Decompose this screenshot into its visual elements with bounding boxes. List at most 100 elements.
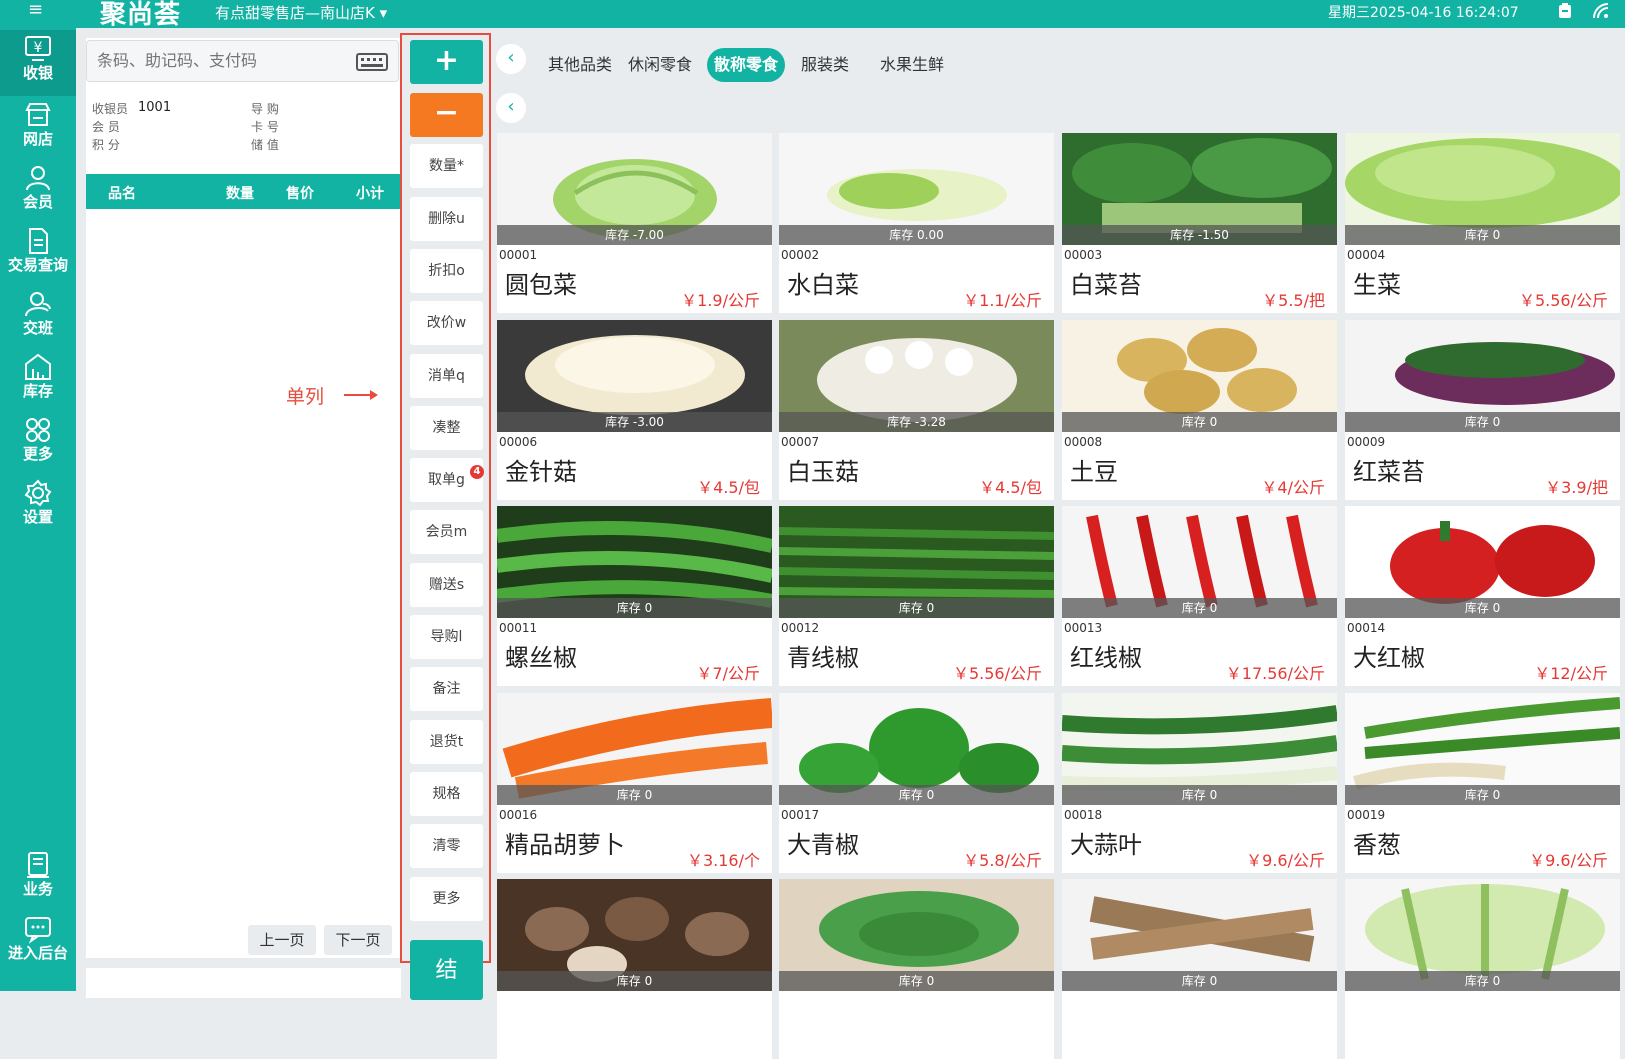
product-card[interactable]: 库存 -3.00 00006 金针菇 ￥4.5/包 xyxy=(497,320,772,500)
cancel-order-button[interactable]: 消单q xyxy=(410,354,483,398)
product-code: 00002 xyxy=(781,248,820,262)
sidebar-item-inventory[interactable]: 库存 xyxy=(0,348,76,414)
round-off-button[interactable]: 凑整 xyxy=(410,406,483,450)
prev-page-button[interactable]: 上一页 xyxy=(248,925,316,955)
total-panel xyxy=(86,968,401,998)
sidebar-item-settings[interactable]: 设置 xyxy=(0,474,76,540)
member-button[interactable]: 会员m xyxy=(410,510,483,554)
product-card[interactable]: 库存 0 00013 红线椒 ￥17.56/公斤 xyxy=(1062,506,1337,686)
product-card[interactable]: 库存 0 00017 大青椒 ￥5.8/公斤 xyxy=(779,693,1054,873)
product-name: 金针菇 xyxy=(505,458,577,486)
document-icon xyxy=(29,228,48,254)
sidebar-item-shift[interactable]: 交班 xyxy=(0,285,76,351)
clear-zero-button[interactable]: 清零 xyxy=(410,824,483,868)
product-name: 白玉菇 xyxy=(787,458,859,486)
product-name: 水白菜 xyxy=(787,271,859,299)
product-price: ￥5.56/公斤 xyxy=(952,664,1042,683)
product-name: 螺丝椒 xyxy=(505,644,577,672)
column-header-subtotal: 小计 xyxy=(356,186,384,202)
product-stock: 库存 0 xyxy=(1345,971,1620,991)
product-name: 圆包菜 xyxy=(505,271,577,299)
order-table-header: 品名 数量 售价 小计 xyxy=(86,174,401,209)
product-stock: 库存 -7.00 xyxy=(497,225,772,245)
retrieve-order-button[interactable]: 取单g xyxy=(410,458,483,502)
gift-button[interactable]: 赠送s xyxy=(410,563,483,607)
product-price: ￥7/公斤 xyxy=(696,664,760,683)
next-page-button[interactable]: 下一页 xyxy=(324,925,392,955)
product-card[interactable]: 库存 0.00 00002 水白菜 ￥1.1/公斤 xyxy=(779,133,1054,313)
discount-button[interactable]: 折扣o xyxy=(410,249,483,293)
quantity-button[interactable]: 数量* xyxy=(410,144,483,188)
sidebar-item-more[interactable]: 更多 xyxy=(0,411,76,477)
product-price: ￥3.9/把 xyxy=(1545,478,1608,497)
product-card[interactable]: 库存 0 00004 生菜 ￥5.56/公斤 xyxy=(1345,133,1620,313)
product-card[interactable]: 库存 -3.28 00007 白玉菇 ￥4.5/包 xyxy=(779,320,1054,500)
product-stock: 库存 0 xyxy=(779,785,1054,805)
more-button[interactable]: 更多 xyxy=(410,877,483,921)
product-card[interactable]: 库存 0 00011 螺丝椒 ￥7/公斤 xyxy=(497,506,772,686)
chevron-left-icon: ‹ xyxy=(507,47,515,68)
product-stock: 库存 0 xyxy=(1345,785,1620,805)
product-code: 00012 xyxy=(781,621,820,635)
product-price: ￥5.56/公斤 xyxy=(1518,291,1608,310)
subcategory-prev-button[interactable]: ‹ xyxy=(496,93,526,123)
sidebar-item-backend[interactable]: 进入后台 xyxy=(0,910,76,985)
product-card[interactable]: 库存 0 xyxy=(1062,879,1337,1059)
product-card[interactable]: 库存 0 xyxy=(497,879,772,1059)
product-card[interactable]: 库存 0 xyxy=(1345,879,1620,1059)
sidebar-item-business[interactable]: 业务 xyxy=(0,846,76,912)
sidebar-item-label: 更多 xyxy=(22,445,53,463)
product-price: ￥5.8/公斤 xyxy=(963,851,1042,870)
product-card[interactable]: 库存 -1.50 00003 白菜苔 ￥5.5/把 xyxy=(1062,133,1337,313)
sidebar-item-member[interactable]: 会员 xyxy=(0,159,76,225)
product-stock: 库存 -3.00 xyxy=(497,412,772,432)
product-card[interactable]: 库存 0 00012 青线椒 ￥5.56/公斤 xyxy=(779,506,1054,686)
checkout-button[interactable]: 结 xyxy=(410,940,483,1000)
category-tab-clothing[interactable]: 服装类 xyxy=(794,48,856,82)
product-name: 大蒜叶 xyxy=(1070,831,1142,859)
product-card[interactable]: 库存 0 00008 土豆 ￥4/公斤 xyxy=(1062,320,1337,500)
store-selector[interactable]: 有点甜零售店—南山店K ▾ xyxy=(215,2,387,23)
hamburger-menu-icon[interactable]: ≡ xyxy=(28,0,43,20)
shopping-guide-button[interactable]: 导购l xyxy=(410,615,483,659)
product-stock: 库存 0 xyxy=(1062,971,1337,991)
product-code: 00003 xyxy=(1064,248,1103,262)
product-card[interactable]: 库存 0 xyxy=(779,879,1054,1059)
product-price: ￥3.16/个 xyxy=(686,851,760,870)
category-tab-fresh[interactable]: 水果生鲜 xyxy=(873,48,951,82)
keyboard-icon[interactable] xyxy=(356,53,388,71)
product-name: 红线椒 xyxy=(1070,644,1142,672)
product-card[interactable]: 库存 0 00019 香葱 ￥9.6/公斤 xyxy=(1345,693,1620,873)
product-code: 00007 xyxy=(781,435,820,449)
product-card[interactable]: 库存 0 00016 精品胡萝卜 ￥3.16/个 xyxy=(497,693,772,873)
product-name: 大青椒 xyxy=(787,831,859,859)
sidebar-item-shop[interactable]: 网店 xyxy=(0,96,76,162)
note-button[interactable]: 备注 xyxy=(410,667,483,711)
search-input[interactable] xyxy=(97,49,347,75)
top-bar: ≡ 聚尚荟 有点甜零售店—南山店K ▾ 星期三2025-04-16 16:24:… xyxy=(0,0,1625,30)
reduce-quantity-button[interactable]: − xyxy=(410,93,483,137)
change-price-button[interactable]: 改价w xyxy=(410,301,483,345)
product-card[interactable]: 库存 0 00014 大红椒 ￥12/公斤 xyxy=(1345,506,1620,686)
delete-button[interactable]: 删除u xyxy=(410,197,483,241)
cash-register-icon: ¥ xyxy=(25,36,51,61)
product-stock: 库存 0 xyxy=(1345,412,1620,432)
add-quantity-button[interactable]: + xyxy=(410,40,483,84)
product-code: 00018 xyxy=(1064,808,1103,822)
sidebar-item-transactions[interactable]: 交易查询 xyxy=(0,222,76,288)
product-card[interactable]: 库存 0 00018 大蒜叶 ￥9.6/公斤 xyxy=(1062,693,1337,873)
category-tab-bulk-snacks[interactable]: 散称零食 xyxy=(707,48,786,82)
product-card[interactable]: 库存 0 00009 红菜苔 ￥3.9/把 xyxy=(1345,320,1620,500)
book-icon xyxy=(27,852,49,878)
sidebar-item-cashier[interactable]: ¥ 收银 xyxy=(0,30,76,96)
spec-button[interactable]: 规格 xyxy=(410,772,483,816)
return-button[interactable]: 退货t xyxy=(410,720,483,764)
battery-icon xyxy=(1559,3,1571,18)
category-prev-button[interactable]: ‹ xyxy=(496,44,526,74)
sidebar-item-label: 会员 xyxy=(22,193,53,211)
member-icon xyxy=(26,166,50,191)
product-card[interactable]: 库存 -7.00 00001 圆包菜 ￥1.9/公斤 xyxy=(497,133,772,313)
product-price: ￥17.56/公斤 xyxy=(1225,664,1325,683)
category-tab-other[interactable]: 其他品类 xyxy=(541,48,619,82)
category-tab-snacks[interactable]: 休闲零食 xyxy=(621,48,699,82)
